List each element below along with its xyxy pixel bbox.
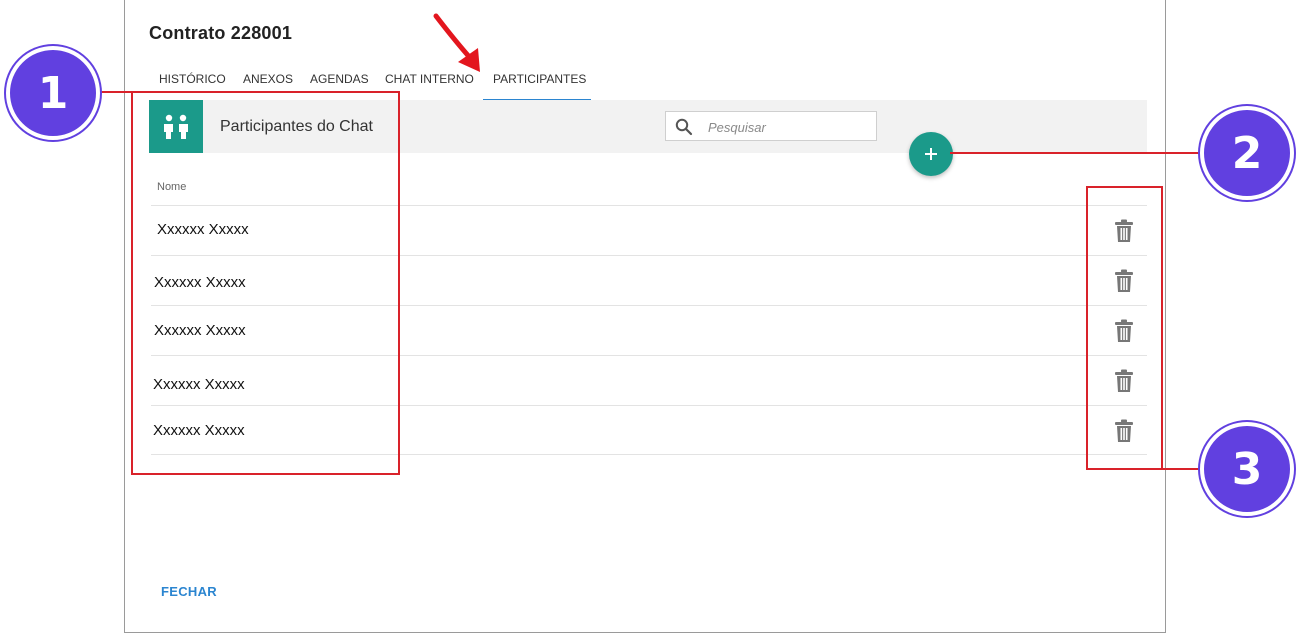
- close-button[interactable]: FECHAR: [161, 584, 217, 599]
- add-participant-button[interactable]: [909, 132, 953, 176]
- annotation-box-1: [131, 91, 400, 475]
- search-field[interactable]: [665, 111, 877, 141]
- callout-1: 1: [6, 46, 100, 140]
- callout-2: 2: [1200, 106, 1294, 200]
- tab-participantes[interactable]: PARTICIPANTES: [483, 62, 591, 101]
- annotation-box-3: [1086, 186, 1163, 470]
- annotation-line-2: [950, 152, 1202, 154]
- search-input[interactable]: [706, 116, 870, 138]
- dialog-title: Contrato 228001: [149, 23, 293, 43]
- annotation-line-1: [100, 91, 133, 93]
- red-arrow-icon: [433, 13, 480, 72]
- annotation-line-3: [1161, 468, 1201, 470]
- search-icon: [675, 118, 693, 136]
- plus-icon: [925, 148, 937, 160]
- callout-3: 3: [1200, 422, 1294, 516]
- screenshot: Contrato 228001 HISTÓRICO ANEXOS AGENDAS…: [0, 0, 1302, 635]
